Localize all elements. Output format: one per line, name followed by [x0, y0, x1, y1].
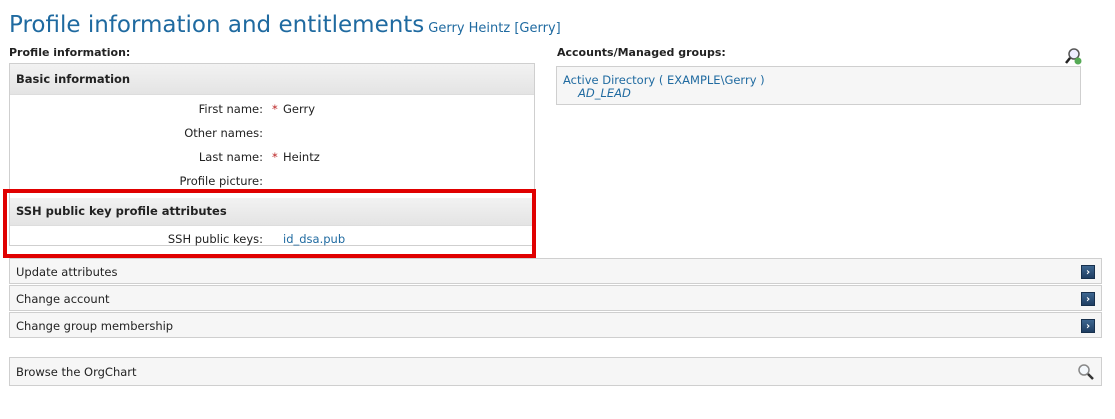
change-account-action[interactable]: Change account ›	[9, 285, 1102, 311]
accounts-panel: Active Directory ( EXAMPLE\Gerry ) AD_LE…	[556, 66, 1081, 105]
chevron-right-icon[interactable]: ›	[1081, 292, 1095, 306]
chevron-right-icon[interactable]: ›	[1081, 265, 1095, 279]
action-label: Update attributes	[16, 265, 118, 279]
required-marker: *	[272, 150, 278, 164]
browse-orgchart-action[interactable]: Browse the OrgChart	[9, 357, 1102, 386]
accounts-label: Accounts/Managed groups:	[557, 46, 726, 59]
field-first-name: First name: * Gerry	[10, 97, 534, 121]
magnifier-icon[interactable]	[1077, 363, 1095, 381]
field-value: Heintz	[283, 150, 320, 164]
account-system-link[interactable]: Active Directory	[563, 73, 655, 87]
account-id-link[interactable]: ( EXAMPLE\Gerry )	[659, 73, 765, 87]
required-marker: *	[272, 102, 278, 116]
group-link[interactable]: AD_LEAD	[578, 86, 631, 100]
basic-info-header: Basic information	[10, 64, 534, 95]
user-name: Gerry Heintz [Gerry]	[428, 21, 561, 36]
action-label: Browse the OrgChart	[16, 365, 137, 379]
action-label: Change group membership	[16, 319, 174, 333]
page-title: Profile information and entitlements Gerr…	[9, 12, 561, 38]
profile-info-label: Profile information:	[9, 46, 131, 59]
change-group-membership-action[interactable]: Change group membership ›	[9, 312, 1102, 338]
title-text: Profile information and entitlements	[9, 12, 425, 38]
field-last-name: Last name: * Heintz	[10, 145, 534, 169]
field-label: Last name:	[198, 150, 263, 164]
field-label: Other names:	[184, 126, 263, 140]
field-other-names: Other names:	[10, 121, 534, 145]
update-attributes-action[interactable]: Update attributes ›	[9, 258, 1102, 284]
action-label: Change account	[16, 292, 110, 306]
field-label: First name:	[198, 102, 263, 116]
field-value: Gerry	[283, 102, 316, 116]
chevron-right-icon[interactable]: ›	[1081, 319, 1095, 333]
highlight-box	[3, 189, 536, 258]
search-add-icon[interactable]	[1064, 47, 1082, 65]
